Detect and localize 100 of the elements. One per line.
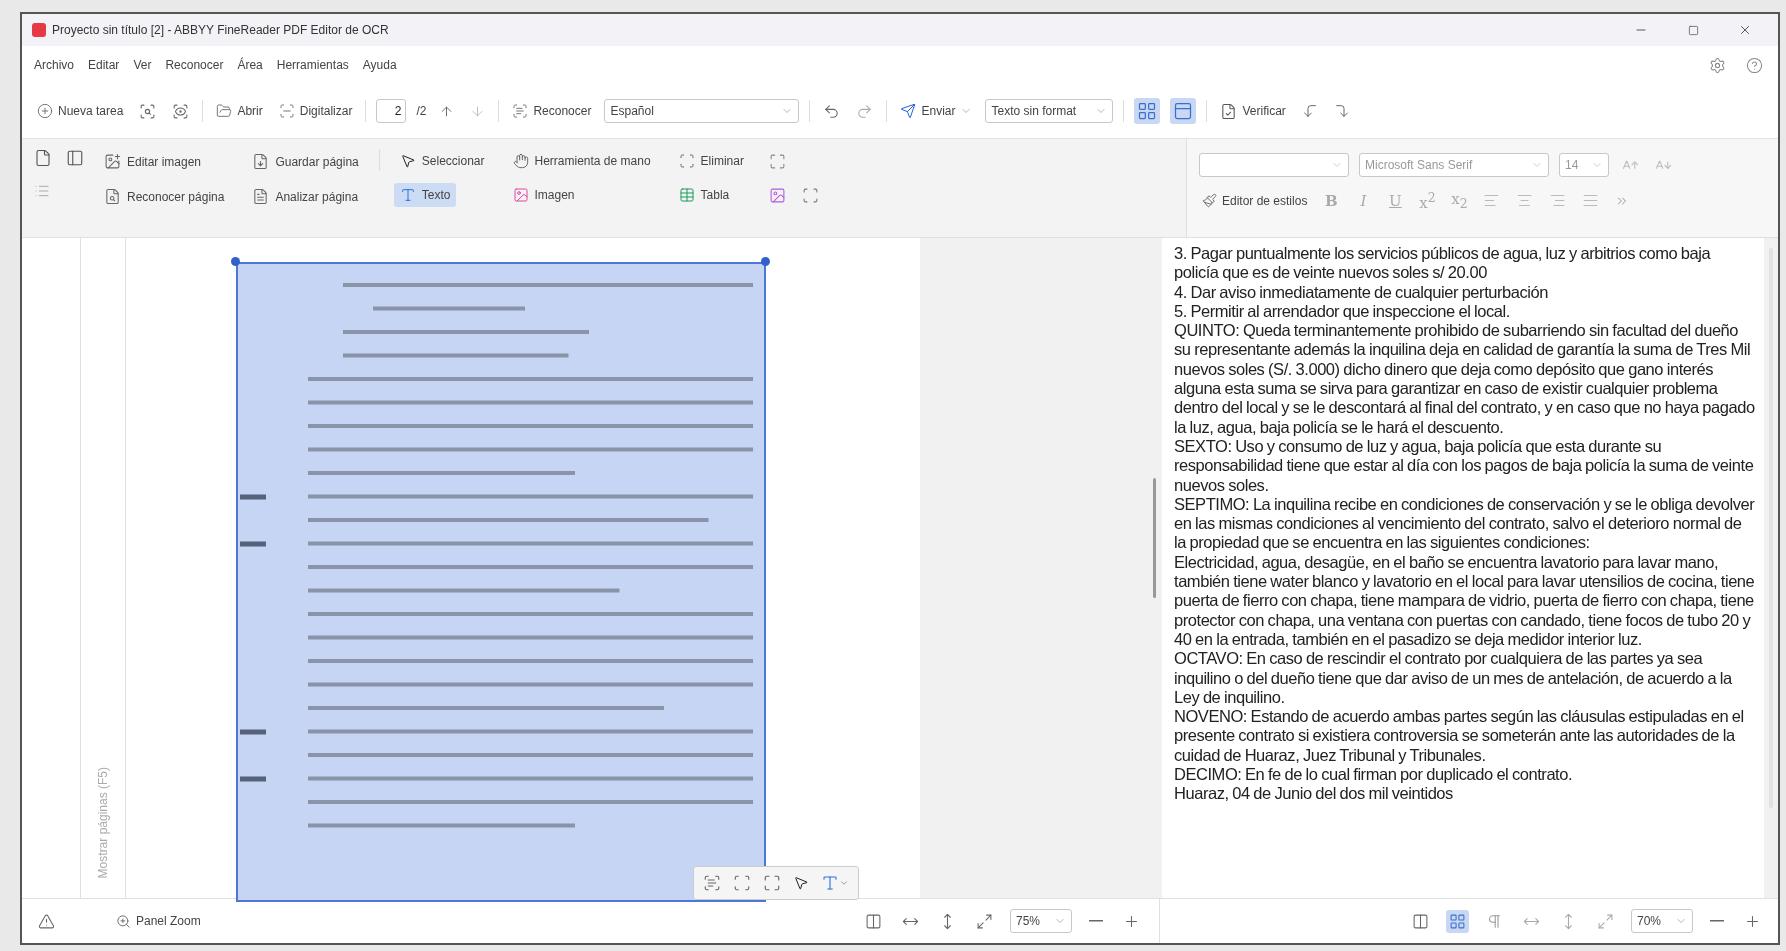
grid-view-button[interactable] (1134, 98, 1161, 124)
brush-icon (1202, 193, 1217, 208)
align-right-icon (1549, 192, 1567, 209)
settings-icon (1709, 56, 1726, 74)
frame-icon (678, 153, 695, 169)
zoom-out-button[interactable] (1086, 917, 1106, 925)
plus-circle-icon (37, 103, 53, 119)
recognized-text: SEXTO: Uso y consumo de luz y agua, baja policía que esta durante su responsabilidad tiene que estar al día con los pagos de baja policía la suma de veinte nuevos soles. (1174, 436, 1755, 495)
image-edit-icon (104, 153, 121, 170)
file-search-icon (104, 188, 121, 205)
recognized-text: 4. Dar aviso inmediatamente de cualquier perturbación (1174, 282, 1549, 302)
layout-button[interactable] (1446, 909, 1469, 933)
page-icon (34, 149, 52, 167)
frame-icon (733, 874, 751, 892)
new-task-button[interactable]: Nueva tarea (34, 101, 127, 121)
menu-item[interactable]: Ayuda (362, 58, 397, 72)
zoom-dropdown[interactable]: 75% (1010, 909, 1072, 933)
redo-icon (856, 102, 874, 120)
open-button[interactable]: Abrir (213, 101, 266, 121)
folder-icon (216, 103, 233, 119)
panel-icon (66, 149, 84, 167)
resize-handle[interactable] (761, 257, 770, 266)
cursor-icon (793, 875, 809, 891)
menu-item[interactable]: Área (237, 58, 263, 72)
hand-icon (512, 153, 529, 169)
scrollbar-thumb[interactable] (1153, 478, 1156, 598)
image-icon (512, 187, 529, 203)
warning-icon (38, 912, 55, 930)
file-check-icon (1220, 102, 1238, 120)
list-icon (34, 183, 50, 199)
scan-search-icon (139, 102, 157, 120)
recognize-button[interactable]: Reconocer (509, 101, 595, 121)
verify-button[interactable]: Verificar (1217, 100, 1289, 122)
zoom-out-button[interactable] (1707, 917, 1727, 925)
fullscreen-icon (976, 912, 993, 930)
zoom-dropdown[interactable]: 70% (1631, 909, 1693, 933)
undo-icon (823, 102, 841, 120)
area-tool-button[interactable]: Imagen (506, 183, 581, 207)
file-text-icon (252, 188, 270, 205)
menu-item[interactable]: Archivo (34, 58, 74, 72)
area-tool-button[interactable]: Eliminar (672, 149, 750, 173)
page-tool-button[interactable]: Editar imagen (98, 149, 208, 174)
square-icon (1687, 24, 1699, 36)
arrow-down-icon (470, 103, 486, 119)
menu-item[interactable]: Reconocer (165, 58, 224, 72)
columns-icon (1412, 912, 1429, 930)
minus-icon (1710, 920, 1724, 922)
send-button[interactable]: Enviar (897, 101, 976, 121)
page-tool-button[interactable]: Reconocer página (98, 184, 231, 209)
page-tool-button[interactable]: Analizar página (246, 184, 365, 209)
menu-item[interactable]: Editar (88, 58, 120, 72)
recognized-text: Electricidad, agua, desagüe, en el baño se encuentra lavatorio para lavar mano, también tiene water blanco y lavatorio en el local para lavar utensilios de cocina, tiene puerta de fierro con chapa, tiene mampara de vidrio, puerta de fierro con chapa, tiene protector con chapa, una ventana con puertas con candado, tiene focos de tubo 20 y 40 en la entrada, también en el pasadizo se deja medidor interior luz. (1174, 552, 1756, 650)
recognized-text: NOVENO: Estando de acuerdo ambas partes según las cláusulas estipuladas en el presente contrato si existiera controversia se someterán ante las autoridades de la cuidad de Huaraz, Juez Tribunal y Tribunales. (1174, 707, 1745, 765)
expand-icon (768, 152, 786, 170)
cursor-icon (399, 153, 416, 169)
scan-text-icon (512, 103, 529, 119)
scan-button[interactable]: Digitalizar (275, 101, 356, 121)
panel-icon (1173, 101, 1194, 121)
corner-arrow-icon (1301, 103, 1318, 119)
help-icon (1746, 56, 1763, 74)
align-left-icon (1483, 192, 1501, 209)
menu-item[interactable]: Ver (133, 58, 152, 72)
expand-icon (763, 874, 781, 892)
scan-icon (278, 103, 295, 119)
text-icon (821, 874, 839, 892)
area-tool-button[interactable]: Tabla (672, 183, 736, 207)
resize-handle[interactable] (231, 257, 240, 266)
caret-icon (839, 878, 849, 888)
pilcrow-icon (1486, 912, 1503, 930)
minus-icon (1089, 920, 1103, 922)
recognized-text: 3. Pagar puntualmente los servicios públicos de agua, luz y arbitrios como baja policía que es de veinte nuevos soles s/ 20.00 (1174, 244, 1712, 283)
zoom-icon (116, 913, 131, 929)
area-tool-button[interactable]: Seleccionar (393, 149, 491, 173)
scan-eye-icon (172, 102, 190, 120)
app-logo (32, 23, 46, 37)
file-download-icon (252, 153, 270, 170)
area-tool-button[interactable]: Texto (393, 183, 457, 207)
fullscreen-icon (1597, 912, 1614, 930)
page-number-field[interactable]: 2 (376, 99, 407, 123)
format-dropdown[interactable]: Texto sin format (985, 99, 1114, 123)
recognized-text: SEPTIMO: La inquilina recibe en condiciones de conservación y se le obliga devolver en las mismas condiciones al vencimiento del contrato, salvo el deterioro normal de la propiedad que se encuentra en las siguientes condiciones: (1174, 494, 1756, 553)
grid-icon (1449, 912, 1466, 930)
window-title: Proyecto sin título [2] - ABBYY FineReader PDF Editor de OCR (52, 23, 390, 37)
recognized-text: 5. Permitir al arrendador que inspeccione el local. (1174, 301, 1511, 322)
frame-icon (801, 186, 819, 204)
panel-view-button[interactable] (1170, 98, 1197, 124)
recognized-text: QUINTO: Queda terminantemente prohibido de subarriendo sin facultad del dueño su representante además la inquilina deja en calidad de garantía la suma de Tres Mil nuevos soles (S/. 3.000) dicho dinero que deja como depósito que gano interés alguna esta suma se sirva para garantizar en caso de existir cualquier problema dentro del local y se le descontará al final del contrato, y en caso que no haya pagado la luz, agua, baja policía se le hará el descuento. (1174, 321, 1756, 437)
columns-icon (865, 912, 882, 930)
zoom-panel-button[interactable]: Panel Zoom (113, 911, 204, 931)
page-total: /2 (416, 104, 427, 118)
justify-icon (1582, 192, 1600, 209)
recognized-text: Huaraz, 04 de Junio del dos mil veintidos (1174, 784, 1454, 804)
area-tool-button[interactable]: Herramienta de mano (506, 149, 657, 173)
align-center-icon (1516, 192, 1534, 209)
menu-item[interactable]: Herramientas (276, 58, 349, 72)
language-dropdown[interactable]: Español (604, 99, 800, 123)
table-icon (678, 187, 695, 203)
styles-editor-button[interactable]: Editor de estilos (1199, 191, 1311, 210)
page-tool-button[interactable]: Guardar página (246, 149, 365, 174)
style-dropdown[interactable] (1199, 153, 1349, 177)
